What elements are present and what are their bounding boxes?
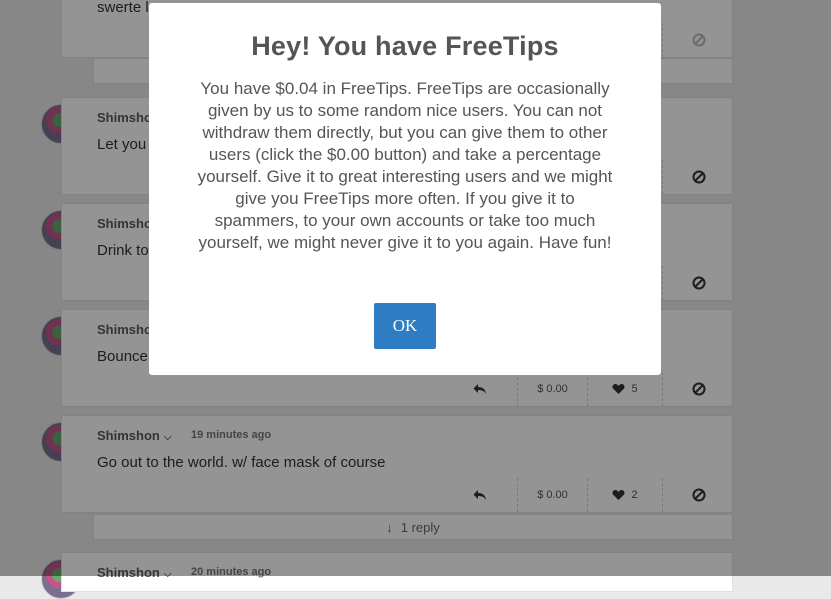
modal-title: Hey! You have FreeTips <box>251 31 559 61</box>
freetips-modal: Hey! You have FreeTips You have $0.04 in… <box>149 3 661 375</box>
modal-body: You have $0.04 in FreeTips. FreeTips are… <box>197 79 613 252</box>
ok-button[interactable]: OK <box>374 303 436 349</box>
